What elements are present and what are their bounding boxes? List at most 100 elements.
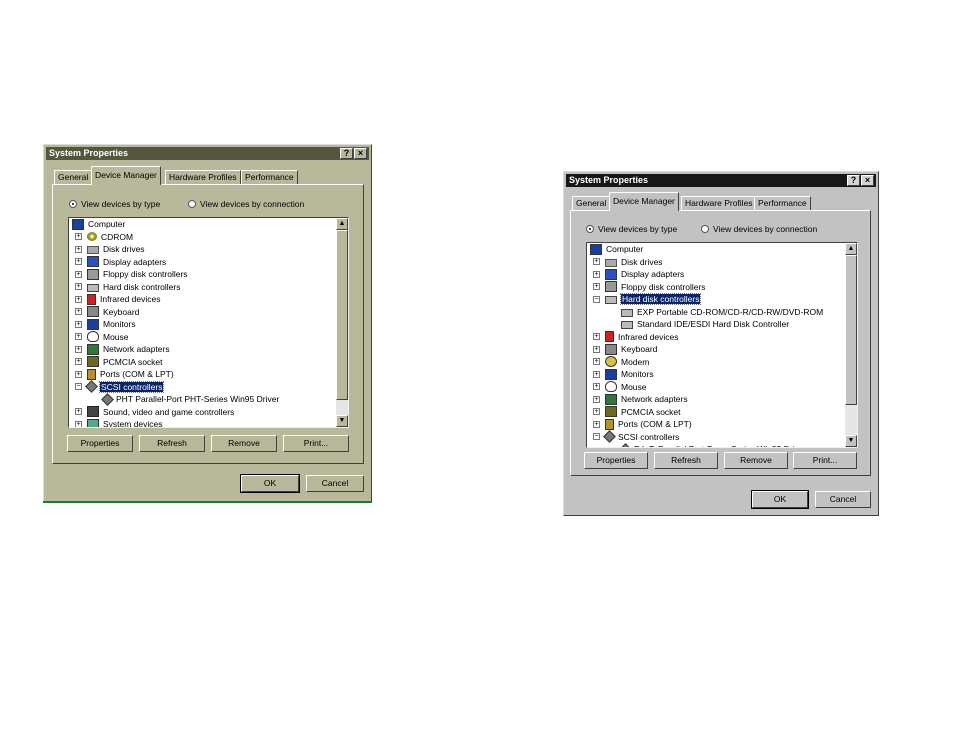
radio-button-selected[interactable]: [586, 225, 594, 233]
expand-icon[interactable]: +: [75, 370, 82, 378]
scroll-thumb[interactable]: [845, 255, 857, 405]
expand-icon[interactable]: +: [593, 345, 600, 353]
tree-item[interactable]: Computer: [69, 218, 336, 231]
tree-item[interactable]: + CDROM: [69, 231, 336, 244]
tree-item[interactable]: + Monitors: [587, 368, 845, 381]
tree-item[interactable]: + Display adapters: [69, 256, 336, 269]
device-tree[interactable]: Computer + CDROM + Disk drives + Display adapt…: [68, 217, 349, 428]
radio-button[interactable]: [188, 200, 196, 208]
scroll-up-arrow-icon[interactable]: ▲: [845, 243, 857, 255]
ok-button[interactable]: OK: [751, 490, 809, 509]
tree-item[interactable]: + System devices: [69, 418, 336, 427]
refresh-button[interactable]: Refresh: [139, 435, 205, 452]
tree-item[interactable]: Computer: [587, 243, 845, 256]
tree-item[interactable]: E.L.T. Parallel Port Zoom Series Win95 D…: [587, 442, 845, 447]
tree-item[interactable]: − SCSI controllers: [587, 430, 845, 444]
tree-item[interactable]: + Modem: [587, 356, 845, 369]
tab-hardware-profiles[interactable]: Hardware Profiles: [681, 196, 757, 210]
expand-icon[interactable]: +: [593, 395, 600, 403]
tab-general[interactable]: General: [54, 170, 93, 184]
collapse-icon[interactable]: −: [593, 433, 600, 441]
close-button[interactable]: ×: [354, 148, 367, 159]
tree-item[interactable]: + Ports (COM & LPT): [69, 368, 336, 381]
tab-device-manager[interactable]: Device Manager: [609, 192, 679, 211]
tree-item[interactable]: + PCMCIA socket: [587, 406, 845, 419]
tree-item[interactable]: + Disk drives: [69, 243, 336, 256]
expand-icon[interactable]: +: [75, 320, 82, 328]
refresh-button[interactable]: Refresh: [654, 452, 718, 469]
tree-item[interactable]: + Sound, video and game controllers: [69, 406, 336, 419]
expand-icon[interactable]: +: [593, 258, 600, 266]
title-bar[interactable]: System Properties ? ×: [46, 147, 369, 160]
expand-icon[interactable]: +: [593, 420, 600, 428]
tree-item[interactable]: Standard IDE/ESDI Hard Disk Controller: [587, 318, 845, 331]
properties-button[interactable]: Properties: [584, 452, 648, 469]
expand-icon[interactable]: +: [593, 408, 600, 416]
tree-item[interactable]: + Ports (COM & LPT): [587, 418, 845, 431]
radio-view-by-type[interactable]: View devices by type: [69, 199, 160, 209]
radio-view-by-connection[interactable]: View devices by connection: [188, 199, 304, 209]
scroll-thumb[interactable]: [336, 230, 348, 400]
expand-icon[interactable]: +: [593, 333, 600, 341]
expand-icon[interactable]: +: [75, 308, 82, 316]
tree-item[interactable]: + Keyboard: [587, 343, 845, 356]
title-bar[interactable]: System Properties ? ×: [566, 174, 876, 187]
tree-item[interactable]: + Network adapters: [587, 393, 845, 406]
expand-icon[interactable]: +: [75, 358, 82, 366]
print-button[interactable]: Print...: [283, 435, 349, 452]
tree-item[interactable]: + Display adapters: [587, 268, 845, 281]
radio-button-selected[interactable]: [69, 200, 77, 208]
expand-icon[interactable]: +: [593, 383, 600, 391]
tab-performance[interactable]: Performance: [241, 170, 298, 184]
radio-view-by-connection[interactable]: View devices by connection: [701, 224, 817, 234]
tab-hardware-profiles[interactable]: Hardware Profiles: [165, 170, 241, 184]
tree-item[interactable]: + PCMCIA socket: [69, 356, 336, 369]
scroll-down-arrow-icon[interactable]: ▼: [336, 415, 348, 427]
expand-icon[interactable]: +: [593, 370, 600, 378]
scroll-up-arrow-icon[interactable]: ▲: [336, 218, 348, 230]
expand-icon[interactable]: +: [593, 270, 600, 278]
expand-icon[interactable]: +: [75, 345, 82, 353]
tree-item[interactable]: + Infrared devices: [69, 293, 336, 306]
remove-button[interactable]: Remove: [724, 452, 788, 469]
tree-item[interactable]: + Disk drives: [587, 256, 845, 269]
tree-item[interactable]: + Floppy disk controllers: [69, 268, 336, 281]
expand-icon[interactable]: +: [75, 258, 82, 266]
ok-button[interactable]: OK: [240, 474, 300, 493]
collapse-icon[interactable]: −: [75, 383, 82, 391]
help-button[interactable]: ?: [847, 175, 860, 186]
tree-item[interactable]: + Hard disk controllers: [69, 281, 336, 294]
tab-performance[interactable]: Performance: [754, 196, 811, 210]
expand-icon[interactable]: +: [75, 420, 82, 427]
close-button[interactable]: ×: [861, 175, 874, 186]
tree-item[interactable]: EXP Portable CD-ROM/CD-R/CD-RW/DVD-ROM: [587, 306, 845, 319]
tree-item[interactable]: + Network adapters: [69, 343, 336, 356]
tree-item[interactable]: + Monitors: [69, 318, 336, 331]
print-button[interactable]: Print...: [793, 452, 857, 469]
tree-item[interactable]: + Infrared devices: [587, 331, 845, 344]
collapse-icon[interactable]: −: [593, 295, 600, 303]
expand-icon[interactable]: +: [75, 270, 82, 278]
expand-icon[interactable]: +: [75, 245, 82, 253]
tree-item[interactable]: + Mouse: [69, 331, 336, 344]
radio-view-by-type[interactable]: View devices by type: [586, 224, 677, 234]
expand-icon[interactable]: +: [75, 295, 82, 303]
radio-button[interactable]: [701, 225, 709, 233]
help-button[interactable]: ?: [340, 148, 353, 159]
vertical-scrollbar[interactable]: ▲ ▼: [336, 218, 348, 427]
tree-item[interactable]: + Keyboard: [69, 306, 336, 319]
tab-general[interactable]: General: [572, 196, 611, 210]
cancel-button[interactable]: Cancel: [306, 475, 364, 492]
tree-item[interactable]: + Floppy disk controllers: [587, 281, 845, 294]
vertical-scrollbar[interactable]: ▲ ▼: [845, 243, 857, 447]
expand-icon[interactable]: +: [75, 333, 82, 341]
device-tree[interactable]: Computer + Disk drives + Display adapters + Fl…: [586, 242, 858, 448]
expand-icon[interactable]: +: [593, 283, 600, 291]
tree-item[interactable]: PHT Parallel-Port PHT-Series Win95 Drive…: [69, 392, 336, 406]
expand-icon[interactable]: +: [75, 233, 82, 241]
tab-device-manager[interactable]: Device Manager: [91, 166, 161, 185]
expand-icon[interactable]: +: [75, 283, 82, 291]
properties-button[interactable]: Properties: [67, 435, 133, 452]
tree-item[interactable]: − SCSI controllers: [69, 380, 336, 394]
tree-item[interactable]: − Hard disk controllers: [587, 293, 845, 306]
